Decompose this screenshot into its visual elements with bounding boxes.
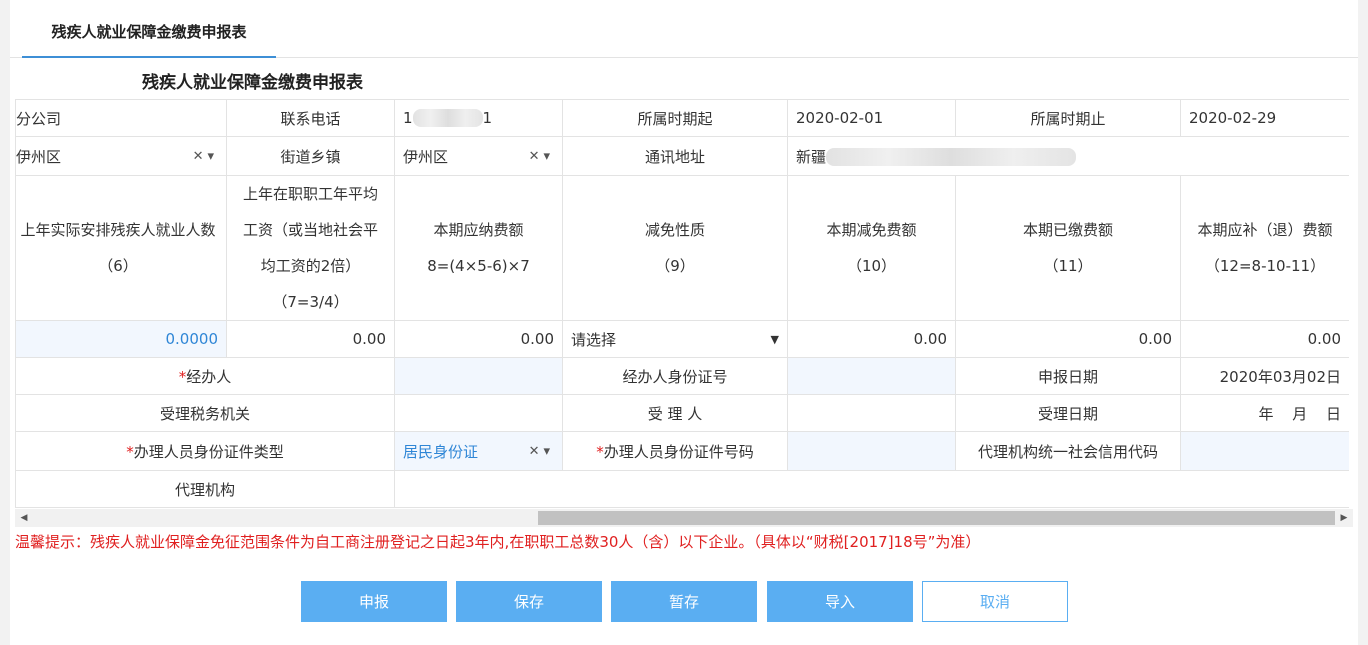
period-end-label: 所属时期止 <box>955 99 1181 137</box>
value-11: 0.00 <box>955 320 1181 358</box>
id-number-input[interactable] <box>787 431 956 471</box>
id-type-select[interactable]: 居民身份证 ✕▾ <box>394 431 563 471</box>
tax-office-label: 受理税务机关 <box>15 394 395 432</box>
agency-code-label: 代理机构统一社会信用代码 <box>955 431 1181 471</box>
scroll-right-icon[interactable]: ▶ <box>1335 509 1353 527</box>
declaration-grid: 分公司 联系电话 11 所属时期起 2020-02-01 所属时期止 2020-… <box>15 99 1349 509</box>
tab-bar: 残疾人就业保障金缴费申报表 <box>10 0 1358 58</box>
street-select[interactable]: 伊州区 ✕▾ <box>394 136 563 176</box>
clear-x-icon[interactable]: ✕ <box>193 149 208 164</box>
row-acceptance: 受理税务机关 受 理 人 受理日期 年 月 日 <box>15 394 1349 432</box>
declare-date-label: 申报日期 <box>955 357 1181 395</box>
district-select[interactable]: 伊州区 ✕▾ <box>15 136 227 176</box>
masked-phone <box>412 109 483 128</box>
scrollbar-thumb[interactable] <box>538 511 1335 525</box>
cancel-button[interactable]: 取消 <box>922 581 1068 622</box>
row-handler: *经办人 经办人身份证号 申报日期 2020年03月02日 <box>15 357 1349 395</box>
warm-tip: 温馨提示：残疾人就业保障金免征范围条件为自工商注册登记之日起3年内,在职职工总数… <box>15 533 981 551</box>
street-value: 伊州区 <box>403 147 449 166</box>
header-col-11: 本期已缴费额 （11） <box>955 175 1181 321</box>
clear-x-icon[interactable]: ✕ <box>529 149 544 164</box>
caret-down-icon[interactable]: ▾ <box>543 444 554 459</box>
handler-input[interactable] <box>394 357 563 395</box>
row-basic-info: 分公司 联系电话 11 所属时期起 2020-02-01 所属时期止 2020-… <box>15 99 1349 137</box>
agency-code-input[interactable] <box>1180 431 1349 471</box>
phone-label: 联系电话 <box>226 99 395 137</box>
row-values: 0.0000 0.00 0.00 请选择 ▼ 0.00 0.00 0.00 <box>15 320 1349 358</box>
value-7: 0.00 <box>226 320 395 358</box>
accept-date-value: 年 月 日 <box>1180 394 1349 432</box>
caret-down-icon[interactable]: ▾ <box>207 149 218 164</box>
district-value: 伊州区 <box>16 147 62 166</box>
phone-value: 11 <box>394 99 563 137</box>
form-title: 残疾人就业保障金缴费申报表 <box>142 73 363 93</box>
row-column-headers: 上年实际安排残疾人就业人数 （6） 上年在职职工年平均 工资（或当地社会平 均工资的2… <box>15 175 1349 321</box>
value-12: 0.00 <box>1180 320 1349 358</box>
acceptor-value <box>787 394 956 432</box>
agency-label: 代理机构 <box>15 470 395 508</box>
value-8: 0.00 <box>394 320 563 358</box>
row-agent: *办理人员身份证件类型 居民身份证 ✕▾ *办理人员身份证件号码 代理机构统一社会… <box>15 431 1349 471</box>
acceptor-label: 受 理 人 <box>562 394 788 432</box>
horizontal-scrollbar[interactable]: ◀ ▶ <box>15 509 1353 527</box>
scroll-left-icon[interactable]: ◀ <box>15 509 33 527</box>
import-button[interactable]: 导入 <box>767 581 913 622</box>
main-panel: 残疾人就业保障金缴费申报表 残疾人就业保障金缴费申报表 分公司 联系电话 11 … <box>10 0 1358 645</box>
value-10: 0.00 <box>787 320 956 358</box>
row-agency: 代理机构 <box>15 470 1349 508</box>
value-6-input[interactable]: 0.0000 <box>15 320 227 358</box>
header-col-7: 上年在职职工年平均 工资（或当地社会平 均工资的2倍） （7=3/4） <box>226 175 395 321</box>
relief-type-select[interactable]: 请选择 ▼ <box>562 320 788 358</box>
temp-save-button[interactable]: 暂存 <box>611 581 757 622</box>
id-type-label: *办理人员身份证件类型 <box>15 431 395 471</box>
masked-address <box>826 148 1077 166</box>
period-start-value[interactable]: 2020-02-01 <box>787 99 956 137</box>
header-col-9: 减免性质 （9） <box>562 175 788 321</box>
header-col-6: 上年实际安排残疾人就业人数 （6） <box>15 175 227 321</box>
declare-button[interactable]: 申报 <box>301 581 447 622</box>
id-type-value: 居民身份证 <box>403 442 479 461</box>
address-label: 通讯地址 <box>562 136 788 176</box>
address-value[interactable]: 新疆 <box>787 136 1349 176</box>
declare-date-value: 2020年03月02日 <box>1180 357 1349 395</box>
tax-office-value <box>394 394 563 432</box>
header-col-8: 本期应纳费额 8=(4×5-6)×7 <box>394 175 563 321</box>
tab-declaration-form[interactable]: 残疾人就业保障金缴费申报表 <box>22 8 276 58</box>
phone-suffix: 1 <box>482 108 493 127</box>
phone-prefix: 1 <box>403 108 413 127</box>
caret-down-icon[interactable]: ▼ <box>771 333 779 346</box>
handler-id-input[interactable] <box>787 357 956 395</box>
period-end-value[interactable]: 2020-02-29 <box>1180 99 1349 137</box>
header-col-10: 本期减免费额 （10） <box>787 175 956 321</box>
handler-id-label: 经办人身份证号 <box>562 357 788 395</box>
accept-date-label: 受理日期 <box>955 394 1181 432</box>
id-number-label: *办理人员身份证件号码 <box>562 431 788 471</box>
agency-input[interactable] <box>394 470 1349 508</box>
save-button[interactable]: 保存 <box>456 581 602 622</box>
handler-label: *经办人 <box>15 357 395 395</box>
row-location: 伊州区 ✕▾ 街道乡镇 伊州区 ✕▾ 通讯地址 新疆 <box>15 136 1349 176</box>
caret-down-icon[interactable]: ▾ <box>543 149 554 164</box>
relief-type-placeholder: 请选择 <box>571 330 617 349</box>
address-text: 新疆 <box>796 147 827 166</box>
company-name: 分公司 <box>15 99 227 137</box>
period-start-label: 所属时期起 <box>562 99 788 137</box>
street-label: 街道乡镇 <box>226 136 395 176</box>
header-col-12: 本期应补（退）费额 （12=8-10-11） <box>1180 175 1349 321</box>
clear-x-icon[interactable]: ✕ <box>529 444 544 459</box>
